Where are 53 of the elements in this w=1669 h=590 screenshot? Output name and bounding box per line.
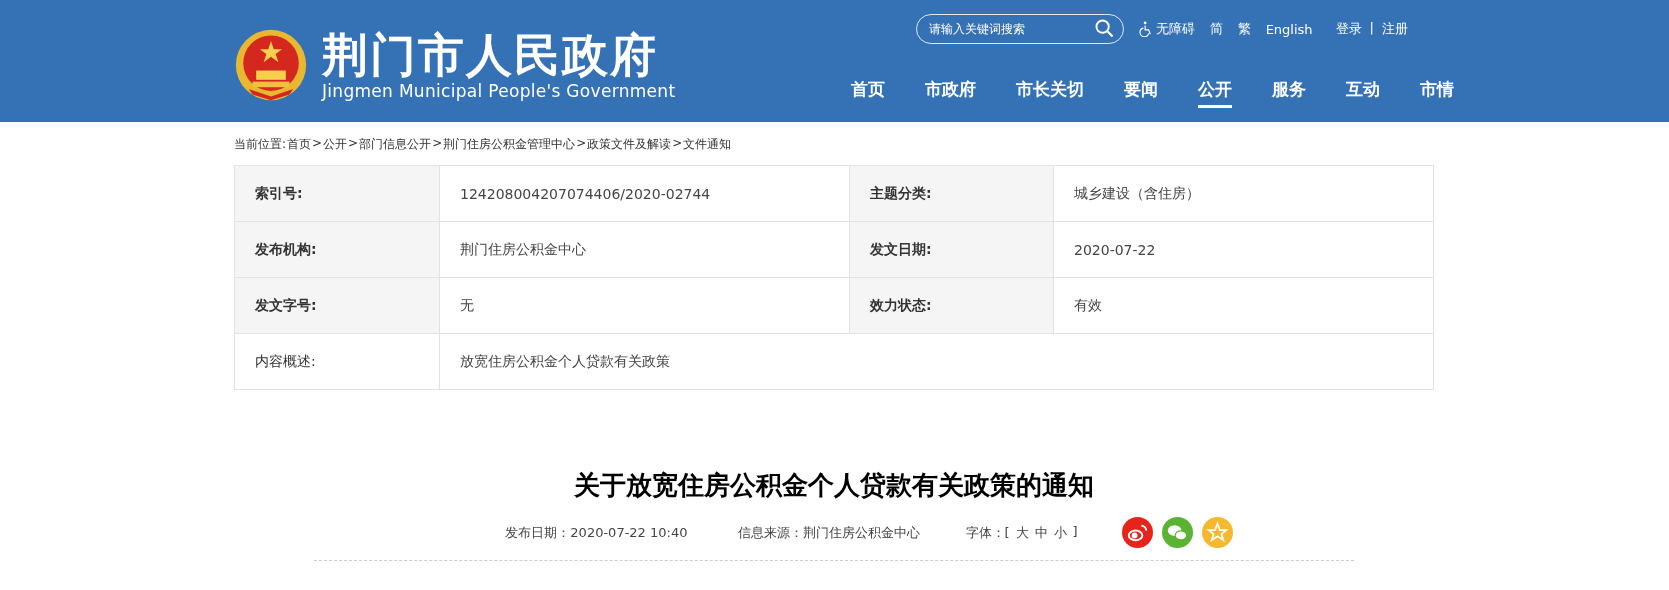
breadcrumb-separator: > <box>576 136 587 152</box>
nav-tab[interactable]: 市长关切 <box>1016 78 1084 108</box>
field-label: 主题分类: <box>849 166 1053 221</box>
field-label: 发布机构: <box>235 222 439 277</box>
weibo-share-icon[interactable] <box>1121 517 1153 548</box>
language-link[interactable]: 简 <box>1209 20 1223 38</box>
separator: | <box>1369 20 1374 37</box>
chat-bubbles-icon[interactable] <box>1161 517 1193 548</box>
register-link[interactable]: 注册 <box>1382 20 1408 38</box>
field-label: 效力状态: <box>849 278 1053 333</box>
field-value: 2020-07-22 <box>1053 222 1433 277</box>
breadcrumb-separator: > <box>348 136 359 152</box>
field-label: 内容概述: <box>254 351 317 371</box>
nav-tab[interactable]: 首页 <box>851 78 885 108</box>
breadcrumb-link[interactable]: 文件通知 <box>683 136 732 153</box>
nav-tab[interactable]: 公开 <box>1198 78 1232 108</box>
search-icon[interactable] <box>1094 19 1114 38</box>
breadcrumb-link[interactable]: 公开 <box>323 136 348 153</box>
field-label: 发文字号: <box>235 278 439 333</box>
nav-tab[interactable]: 服务 <box>1272 78 1306 108</box>
article-title: 关于放宽住房公积金个人贷款有关政策的通知 <box>573 469 1095 502</box>
breadcrumb-link[interactable]: 政策文件及解读 <box>587 136 672 153</box>
search-field[interactable]: 请输入关键词搜索 <box>915 14 1124 44</box>
nav-tab[interactable]: 互动 <box>1346 78 1380 108</box>
publish-date: 发布日期：2020-07-22 10:40 <box>505 523 688 542</box>
font-size-option[interactable]: 大 <box>1015 523 1029 542</box>
site-title: 荆门市人民政府 <box>322 29 659 81</box>
login-link[interactable]: 登录 <box>1335 20 1362 38</box>
field-value: 城乡建设（含住房） <box>1053 166 1433 221</box>
field-label: 发文日期: <box>849 222 1053 277</box>
breadcrumb-separator: > <box>312 136 323 152</box>
breadcrumb-label: 当前位置: <box>234 136 287 153</box>
bracket: ] <box>1072 523 1078 541</box>
field-value: 放宽住房公积金个人贷款有关政策 <box>439 334 1433 389</box>
language-link[interactable]: English <box>1265 21 1313 37</box>
wheelchair-icon <box>1138 21 1153 37</box>
font-size-option[interactable]: 小 <box>1053 523 1067 542</box>
font-size-label: 字体：[ <box>965 523 1010 542</box>
info-source: 信息来源：荆门住房公积金中心 <box>737 523 920 542</box>
breadcrumb-link[interactable]: 部门信息公开 <box>359 136 432 153</box>
breadcrumb-separator: > <box>432 136 443 152</box>
breadcrumb-link[interactable]: 首页 <box>287 136 312 153</box>
accessibility-link[interactable]: 无障碍 <box>1138 20 1195 38</box>
nav-tab[interactable]: 市政府 <box>925 78 976 108</box>
font-size-option[interactable]: 中 <box>1034 523 1048 542</box>
language-link[interactable]: 繁 <box>1237 20 1251 38</box>
nav-tab[interactable]: 要闻 <box>1124 78 1158 108</box>
field-value: 有效 <box>1053 278 1433 333</box>
nav-tab[interactable]: 市情 <box>1420 78 1454 108</box>
breadcrumb-link[interactable]: 荆门住房公积金管理中心 <box>443 136 576 153</box>
field-label: 索引号: <box>235 166 439 221</box>
site-subtitle: Jingmen Municipal People's Government <box>322 81 676 101</box>
breadcrumb-separator: > <box>672 136 683 152</box>
